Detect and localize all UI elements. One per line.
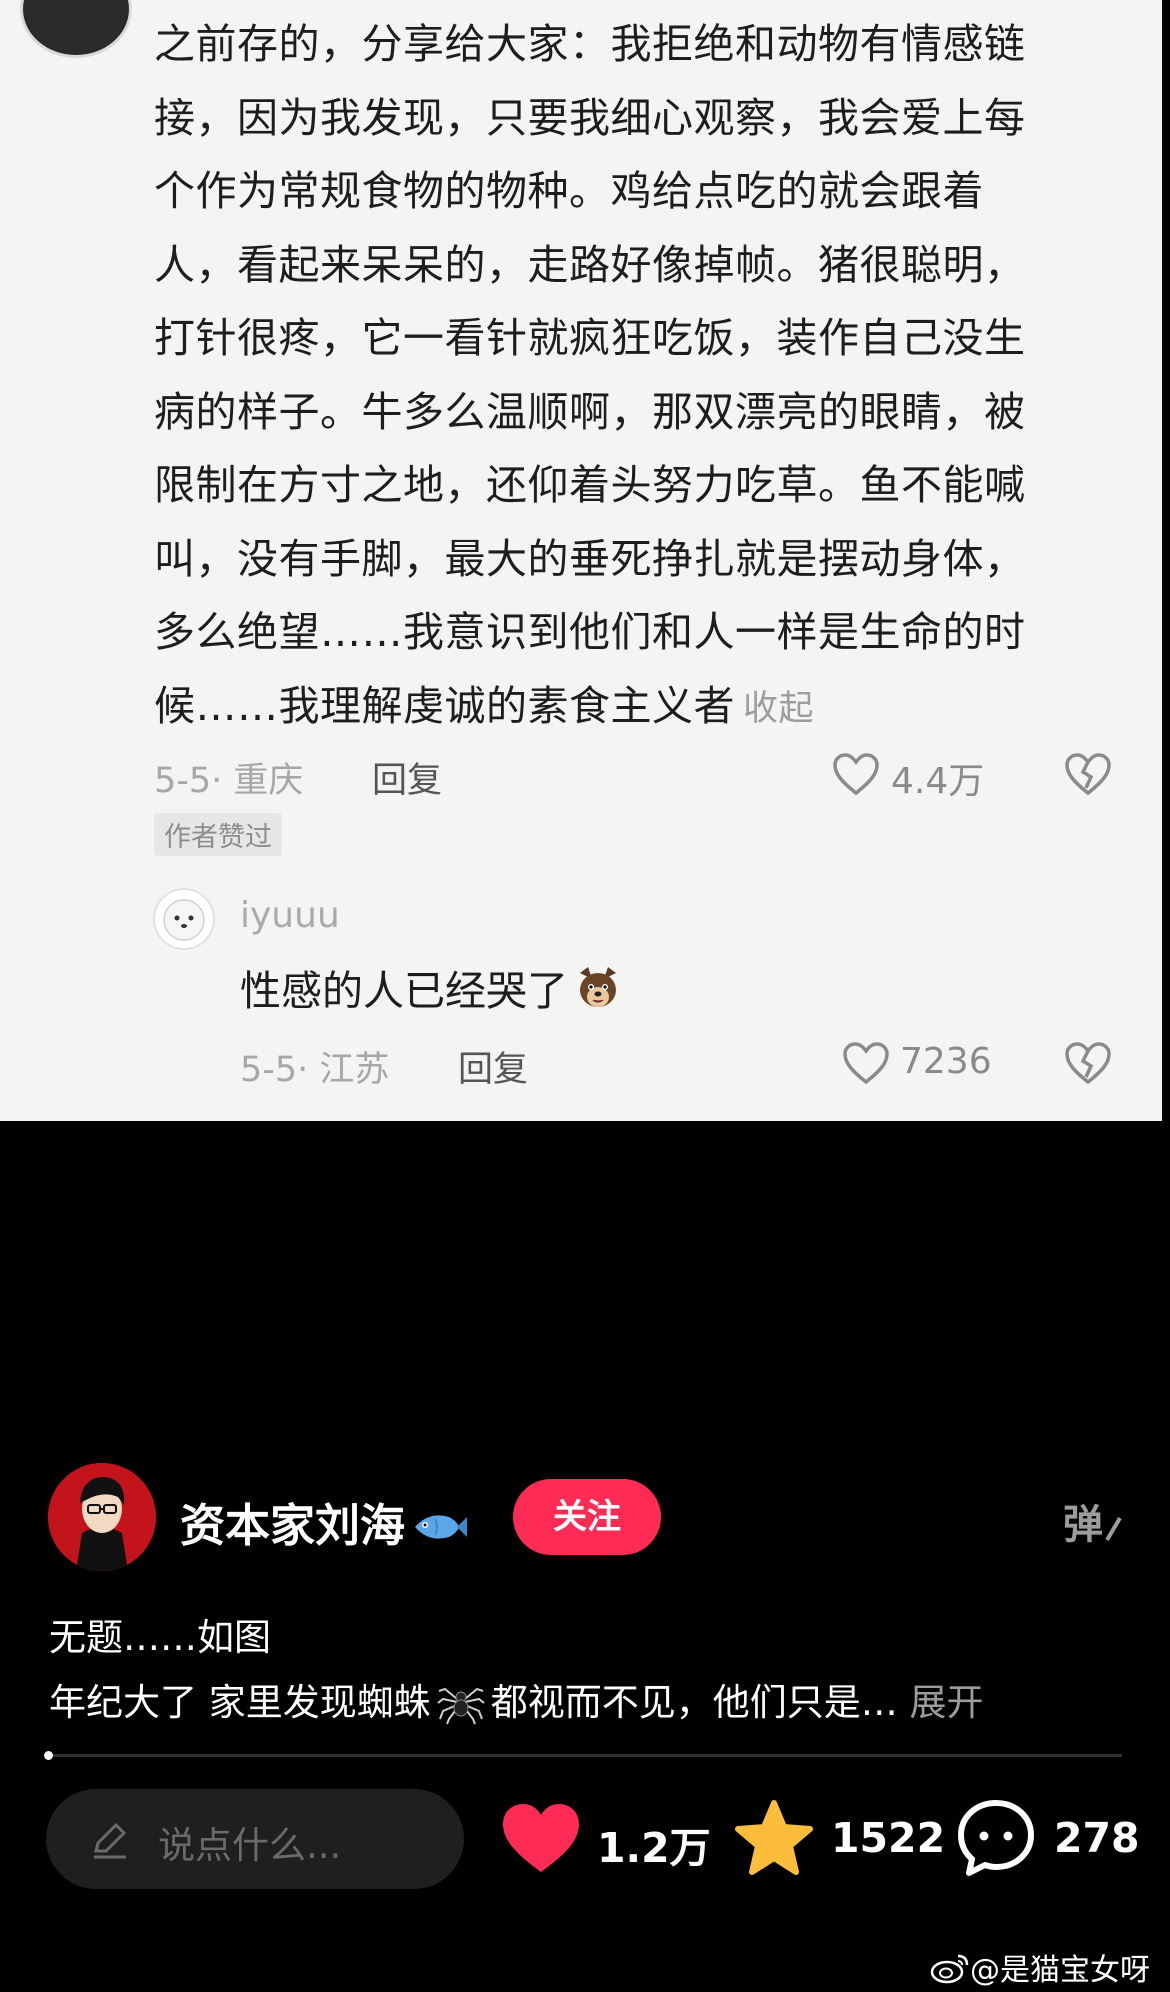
like-count: 1.2万 bbox=[597, 1824, 711, 1872]
author-name[interactable]: 资本家刘海 bbox=[180, 1499, 405, 1552]
comment-line: 之前存的，分享给大家：我拒绝和动物有情感链 bbox=[154, 20, 1026, 68]
comment-like-count: 4.4万 bbox=[891, 761, 985, 802]
sub-commenter-avatar[interactable] bbox=[153, 888, 215, 950]
comment-input-placeholder: 说点什么... bbox=[158, 1824, 342, 1867]
comment-body: 之前存的，分享给大家：我拒绝和动物有情感链 接，因为我发现，只要我细心观察，我会… bbox=[154, 8, 1094, 746]
collapse-link[interactable]: 收起 bbox=[743, 689, 814, 729]
dog-avatar-icon bbox=[163, 899, 205, 941]
sub-comment-username[interactable]: iyuuu bbox=[240, 895, 340, 936]
comment-line: 候……我理解虔诚的素食主义者 bbox=[154, 681, 735, 730]
heart-outline-icon[interactable] bbox=[842, 1041, 890, 1085]
comment-line: 病的样子。牛多么温顺啊，那双漂亮的眼睛，被 bbox=[154, 387, 1026, 436]
comment-line: 人，看起来呆呆的，走路好像掉帧。猪很聪明， bbox=[154, 240, 1026, 289]
comment-bubble-icon[interactable] bbox=[955, 1797, 1037, 1879]
character-avatar-icon bbox=[48, 1463, 156, 1571]
dog-emoji-icon bbox=[580, 967, 616, 1007]
sub-comment-body: 性感的人已经哭了 bbox=[240, 957, 622, 1017]
weibo-icon bbox=[930, 1954, 969, 1984]
heart-filled-icon[interactable] bbox=[500, 1802, 582, 1874]
expand-link[interactable]: 展开 bbox=[910, 1681, 984, 1724]
comment-input[interactable]: 说点什么... bbox=[46, 1789, 464, 1889]
sub-comment-text: 性感的人已经哭了 bbox=[240, 967, 568, 1015]
sub-comment-like-count: 7236 bbox=[900, 1041, 992, 1082]
post-description: 年纪大了 家里发现蜘蛛 都视而不见，他们只是… 展开 bbox=[49, 1672, 984, 1726]
broken-heart-icon[interactable] bbox=[1064, 752, 1112, 796]
author-avatar[interactable] bbox=[48, 1463, 156, 1571]
author-liked-badge: 作者赞过 bbox=[154, 813, 282, 856]
pencil-icon bbox=[94, 1822, 127, 1859]
slash-icon bbox=[1105, 1516, 1122, 1542]
fish-emoji-icon bbox=[415, 1515, 468, 1539]
comment-line: 接，因为我发现，只要我细心观察，我会爱上每 bbox=[154, 93, 1026, 142]
danmu-toggle[interactable]: 弹 bbox=[1063, 1492, 1123, 1550]
sub-comment-date-location: 5-5· 江苏 bbox=[240, 1050, 390, 1090]
danmu-label: 弹 bbox=[1063, 1502, 1103, 1548]
comment-line: 个作为常规食物的物种。鸡给点吃的就会跟着 bbox=[154, 167, 984, 215]
comment-count: 278 bbox=[1054, 1814, 1140, 1862]
comment-date-location: 5-5· 重庆 bbox=[154, 761, 304, 801]
post-title: 无题……如图 bbox=[49, 1616, 271, 1659]
heart-outline-icon[interactable] bbox=[832, 752, 880, 796]
commenter-avatar[interactable] bbox=[20, 0, 132, 58]
video-progress-handle[interactable] bbox=[44, 1751, 53, 1760]
star-icon[interactable] bbox=[734, 1799, 814, 1877]
watermark: @是猫宝女呀 bbox=[930, 1945, 1150, 1989]
comment-line: 多么绝望……我意识到他们和人一样是生命的时 bbox=[154, 608, 1026, 656]
sub-comment-reply-button[interactable]: 回复 bbox=[458, 1041, 528, 1092]
post-description-part2: 都视而不见，他们只是… bbox=[490, 1681, 898, 1724]
spider-emoji-icon bbox=[437, 1687, 485, 1725]
comment-screenshot: 之前存的，分享给大家：我拒绝和动物有情感链 接，因为我发现，只要我细心观察，我会… bbox=[0, 0, 1162, 1121]
video-progress-bar[interactable] bbox=[46, 1754, 1122, 1757]
broken-heart-icon[interactable] bbox=[1064, 1041, 1112, 1085]
comment-line: 限制在方寸之地，还仰着头努力吃草。鱼不能喊 bbox=[154, 461, 1026, 509]
post-description-part1: 年纪大了 家里发现蜘蛛 bbox=[49, 1681, 431, 1724]
watermark-text: @是猫宝女呀 bbox=[970, 1953, 1150, 1988]
comment-line: 叫，没有手脚，最大的垂死挣扎就是摆动身体， bbox=[154, 534, 1026, 583]
follow-button[interactable]: 关注 bbox=[513, 1479, 661, 1555]
author-name-row: 资本家刘海 bbox=[180, 1489, 468, 1554]
comment-reply-button[interactable]: 回复 bbox=[372, 752, 442, 803]
comment-line-last: 候……我理解虔诚的素食主义者 收起 bbox=[154, 670, 1094, 747]
favorite-count: 1522 bbox=[831, 1814, 946, 1862]
comment-line: 打针很疼，它一看针就疯狂吃饭，装作自己没生 bbox=[154, 314, 1026, 362]
